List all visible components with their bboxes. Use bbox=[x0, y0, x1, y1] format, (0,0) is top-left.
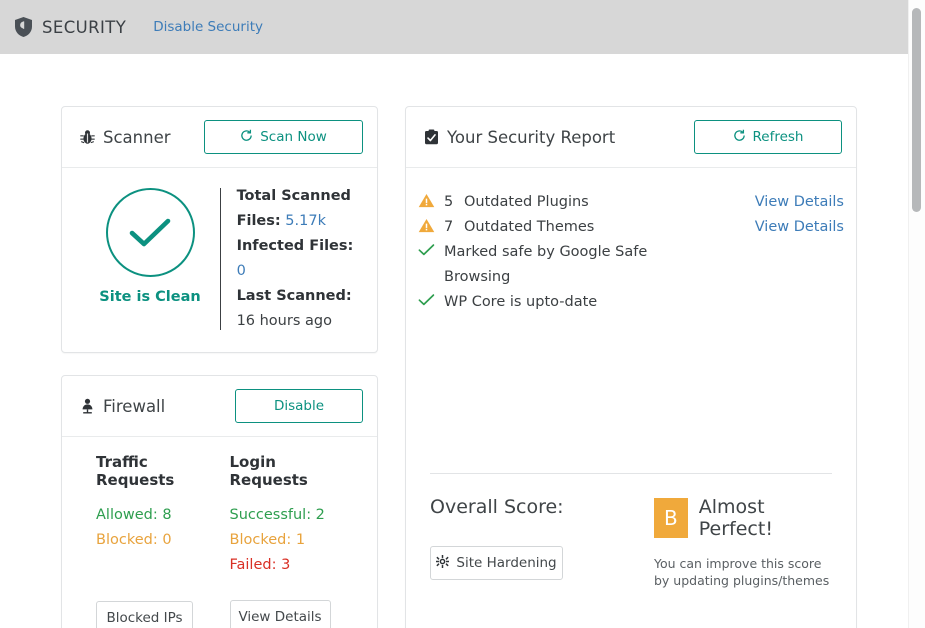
security-dashboard: SECURITY Disable Security Scanner Scan N… bbox=[0, 0, 925, 628]
report-item-text: Marked safe by Google Safe Browsing bbox=[444, 244, 648, 285]
stat-last-scanned-label: Last Scanned: bbox=[236, 288, 352, 304]
vertical-scrollbar[interactable] bbox=[908, 0, 925, 628]
check-icon bbox=[418, 240, 444, 257]
refresh-icon bbox=[733, 129, 746, 146]
firewall-card-header: Firewall Disable bbox=[62, 376, 377, 437]
login-requests-group: Login Requests Successful: 2 Blocked: 1 … bbox=[220, 453, 360, 628]
firewall-disable-label: Disable bbox=[273, 398, 325, 414]
security-report-card: Your Security Report Refresh 5 Outdated … bbox=[405, 106, 857, 628]
login-view-details-label: View Details bbox=[238, 609, 322, 625]
report-item-google-safe-browsing: Marked safe by Google Safe Browsing bbox=[418, 240, 844, 290]
security-report-body: 5 Outdated Plugins View Details 7 Outdat… bbox=[406, 168, 856, 599]
login-blocked: Blocked: 1 bbox=[229, 532, 306, 548]
report-view-details-plugins[interactable]: View Details bbox=[745, 190, 844, 215]
firewall-card: Firewall Disable Traffic Requests Allowe… bbox=[61, 375, 378, 628]
disable-security-link[interactable]: Disable Security bbox=[153, 19, 263, 35]
overall-score-section: Overall Score: Site Hardening B Almost P… bbox=[418, 474, 844, 599]
report-item-outdated-themes: 7 Outdated Themes View Details bbox=[418, 215, 844, 240]
overall-score-right: B Almost Perfect! You can improve this s… bbox=[648, 496, 832, 589]
firewall-title: Firewall bbox=[103, 396, 166, 416]
firewall-card-body: Traffic Requests Allowed: 8 Blocked: 0 B… bbox=[62, 437, 377, 628]
page-title: SECURITY bbox=[42, 17, 127, 37]
score-note: You can improve this score by updating p… bbox=[654, 556, 830, 588]
security-report-header: Your Security Report Refresh bbox=[406, 107, 856, 168]
traffic-requests-heading: Traffic Requests bbox=[96, 453, 175, 489]
page-header: SECURITY Disable Security bbox=[0, 0, 908, 54]
stat-infected-files-label: Infected Files: bbox=[236, 238, 354, 254]
report-view-details-themes[interactable]: View Details bbox=[745, 215, 844, 240]
stat-last-scanned-value: 16 hours ago bbox=[236, 313, 332, 329]
traffic-allowed: Allowed: 8 bbox=[96, 507, 172, 523]
report-item-count: 7 bbox=[444, 219, 454, 235]
login-failed: Failed: 3 bbox=[229, 557, 291, 573]
scanner-card: Scanner Scan Now Site is Clean Total Sca… bbox=[61, 106, 378, 353]
firewall-title-group: Firewall bbox=[80, 397, 165, 416]
login-successful: Successful: 2 bbox=[229, 507, 325, 523]
grade-badge: B bbox=[654, 498, 688, 538]
scan-now-label: Scan Now bbox=[260, 129, 327, 145]
login-requests-heading: Login Requests bbox=[229, 453, 308, 489]
firewall-disable-button[interactable]: Disable bbox=[235, 389, 363, 423]
blocked-ips-button[interactable]: Blocked IPs bbox=[96, 601, 193, 628]
login-view-details-button[interactable]: View Details bbox=[229, 600, 331, 628]
grade-row: B Almost Perfect! bbox=[654, 496, 832, 540]
clipboard-check-icon bbox=[424, 129, 439, 145]
scanner-title: Scanner bbox=[103, 127, 171, 147]
report-item-text: Outdated Plugins bbox=[464, 194, 589, 210]
scrollbar-thumb[interactable] bbox=[912, 8, 921, 212]
right-column: Your Security Report Refresh 5 Outdated … bbox=[405, 106, 857, 628]
overall-score-title: Overall Score: bbox=[430, 496, 564, 518]
security-report-list: 5 Outdated Plugins View Details 7 Outdat… bbox=[418, 186, 844, 315]
traffic-blocked: Blocked: 0 bbox=[96, 532, 172, 548]
bug-icon bbox=[80, 129, 95, 145]
report-item-wp-core: WP Core is upto-date bbox=[418, 290, 844, 315]
stat-total-scanned-value: 5.17k bbox=[285, 213, 326, 229]
scanner-stats: Total Scanned Files: 5.17k Infected File… bbox=[221, 184, 359, 334]
report-item-text: WP Core is upto-date bbox=[444, 294, 598, 310]
grade-text: Almost Perfect! bbox=[698, 496, 773, 540]
site-hardening-label: Site Hardening bbox=[456, 555, 557, 571]
left-column: Scanner Scan Now Site is Clean Total Sca… bbox=[61, 106, 378, 628]
site-clean-label: Site is Clean bbox=[99, 289, 201, 305]
warning-icon bbox=[418, 190, 444, 208]
blocked-ips-label: Blocked IPs bbox=[106, 610, 183, 626]
scanner-title-group: Scanner bbox=[80, 128, 171, 147]
stat-last-scanned: Last Scanned: 16 hours ago bbox=[237, 284, 359, 334]
refresh-icon bbox=[240, 129, 253, 146]
scanner-card-body: Site is Clean Total Scanned Files: 5.17k… bbox=[62, 168, 377, 352]
stat-total-scanned: Total Scanned Files: 5.17k bbox=[237, 184, 359, 234]
security-report-title-group: Your Security Report bbox=[424, 128, 615, 147]
scanner-card-header: Scanner Scan Now bbox=[62, 107, 377, 168]
firewall-user-icon bbox=[80, 398, 95, 414]
warning-icon bbox=[418, 215, 444, 233]
stat-infected-files-value: 0 bbox=[236, 263, 246, 279]
refresh-label: Refresh bbox=[752, 129, 804, 145]
check-circle-icon bbox=[105, 188, 195, 277]
scan-now-button[interactable]: Scan Now bbox=[204, 120, 363, 154]
site-hardening-button[interactable]: Site Hardening bbox=[430, 546, 563, 580]
stat-infected-files: Infected Files: 0 bbox=[237, 234, 359, 284]
check-icon bbox=[418, 290, 444, 307]
report-item-text: Outdated Themes bbox=[464, 219, 595, 235]
security-report-title: Your Security Report bbox=[447, 127, 616, 147]
report-item-count: 5 bbox=[444, 194, 454, 210]
report-item-outdated-plugins: 5 Outdated Plugins View Details bbox=[418, 190, 844, 215]
gear-icon bbox=[436, 554, 450, 572]
traffic-requests-group: Traffic Requests Allowed: 8 Blocked: 0 B… bbox=[80, 453, 220, 628]
clean-status-group: Site is Clean bbox=[80, 184, 220, 305]
shield-icon bbox=[14, 16, 33, 38]
overall-score-left: Overall Score: Site Hardening bbox=[430, 496, 648, 589]
refresh-button[interactable]: Refresh bbox=[694, 120, 842, 154]
